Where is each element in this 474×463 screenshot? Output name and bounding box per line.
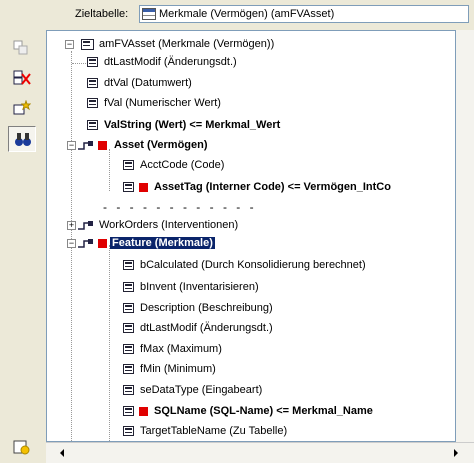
- tree-row[interactable]: seDataType (Eingabeart): [47, 383, 447, 399]
- horizontal-scrollbar[interactable]: [46, 442, 474, 463]
- field-icon: [123, 364, 134, 374]
- field-icon: [87, 78, 98, 88]
- link-icon: [78, 239, 93, 248]
- tree-row[interactable]: fMax (Maximum): [47, 342, 447, 358]
- tree-row-label: fMax (Maximum): [140, 343, 222, 355]
- link-icon: [78, 141, 93, 150]
- collapse-icon[interactable]: −: [65, 40, 74, 49]
- tree-row-label: TargetTableName (Zu Tabelle): [140, 425, 288, 437]
- tree-row-label: WorkOrders (Interventionen): [99, 219, 239, 231]
- tree-row[interactable]: AssetTag (Interner Code) <= Vermögen_Int…: [47, 180, 455, 196]
- tree-root-label: amFVAsset (Merkmale (Vermögen)): [99, 38, 275, 50]
- tree-row-label: AcctCode (Code): [140, 159, 225, 171]
- tree-row[interactable]: TargetTableName (Zu Tabelle): [47, 424, 447, 440]
- tree-root-row[interactable]: − amFVAsset (Merkmale (Vermögen)): [47, 37, 447, 53]
- field-icon: [123, 303, 134, 313]
- field-icon: [123, 182, 134, 192]
- delete-link-icon: [13, 70, 31, 85]
- tree-row-label: dtVal (Datumwert): [104, 77, 192, 89]
- field-icon: [123, 344, 134, 354]
- tree-row[interactable]: Description (Beschreibung): [47, 301, 447, 317]
- scroll-right-icon[interactable]: [454, 449, 458, 457]
- tree-row[interactable]: bInvent (Inventarisieren): [47, 280, 447, 296]
- settings-button[interactable]: [8, 435, 36, 461]
- tree-row-link[interactable]: − Asset (Vermögen): [47, 138, 447, 154]
- tree-row-label: Asset (Vermögen): [114, 139, 208, 151]
- tree-row-link[interactable]: + WorkOrders (Interventionen): [47, 218, 447, 234]
- delete-link-button[interactable]: [8, 66, 36, 92]
- collapse-icon[interactable]: −: [67, 239, 76, 248]
- collapse-icon[interactable]: −: [67, 141, 76, 150]
- tree-row[interactable]: fMin (Minimum): [47, 362, 447, 378]
- tree-row[interactable]: dtLastModif (Änderungsdt.): [47, 321, 447, 337]
- field-icon: [123, 426, 134, 436]
- red-mapped-marker: [98, 141, 107, 150]
- new-star-button[interactable]: [8, 96, 36, 122]
- tree-row-link[interactable]: − Feature (Merkmale): [47, 236, 447, 252]
- red-mapped-marker: [139, 407, 148, 416]
- toolbar: [0, 30, 46, 463]
- tree-row[interactable]: bCalculated (Durch Konsolidierung berech…: [47, 258, 447, 274]
- tree-row-label-selected: Feature (Merkmale): [110, 237, 215, 249]
- tree-row[interactable]: dtLastModif (Änderungsdt.): [47, 55, 447, 71]
- target-table-value: Merkmale (Vermögen) (amFVAsset): [159, 8, 335, 20]
- tree-row-label: bCalculated (Durch Konsolidierung berech…: [140, 259, 366, 271]
- tree-row[interactable]: fVal (Numerischer Wert): [47, 96, 447, 112]
- copy-tool-icon: [13, 40, 28, 55]
- field-icon: [123, 160, 134, 170]
- scroll-left-icon[interactable]: [60, 449, 64, 457]
- tree-row-label: ValString (Wert) <= Merkmal_Wert: [104, 119, 281, 131]
- field-icon: [87, 98, 98, 108]
- separator: - - - - - - - - - - - -: [103, 200, 257, 214]
- field-icon: [123, 406, 134, 416]
- field-icon: [123, 385, 134, 395]
- field-icon: [123, 282, 134, 292]
- link-icon: [78, 221, 93, 230]
- new-star-icon: [13, 100, 31, 115]
- tree-row-label: seDataType (Eingabeart): [140, 384, 263, 396]
- tree-row[interactable]: ValString (Wert) <= Merkmal_Wert: [47, 118, 447, 134]
- tree-row-label: dtLastModif (Änderungsdt.): [140, 322, 273, 334]
- copy-tool-button[interactable]: [8, 36, 36, 62]
- field-icon: [123, 260, 134, 270]
- target-table-label: Zieltabelle:: [75, 8, 129, 20]
- binoculars-icon: [15, 133, 31, 146]
- tree-row-label: AssetTag (Interner Code) <= Vermögen_Int…: [154, 181, 391, 193]
- red-mapped-marker: [98, 239, 107, 248]
- find-button[interactable]: [8, 126, 36, 152]
- mapping-tree[interactable]: − amFVAsset (Merkmale (Vermögen)) dtLast…: [46, 30, 456, 442]
- tree-row-label: fVal (Numerischer Wert): [104, 97, 221, 109]
- table-icon: [142, 8, 156, 20]
- red-mapped-marker: [139, 183, 148, 192]
- tree-row-label: dtLastModif (Änderungsdt.): [104, 56, 237, 68]
- tree-row-label: SQLName (SQL-Name) <= Merkmal_Name: [154, 405, 373, 417]
- tree-row[interactable]: AcctCode (Code): [47, 158, 447, 174]
- field-icon: [87, 120, 98, 130]
- settings-icon: [13, 440, 30, 455]
- tree-row[interactable]: dtVal (Datumwert): [47, 76, 447, 92]
- target-table-combo[interactable]: Merkmale (Vermögen) (amFVAsset): [139, 5, 469, 23]
- tree-row-label: fMin (Minimum): [140, 363, 216, 375]
- field-icon: [87, 57, 98, 67]
- field-icon: [123, 323, 134, 333]
- table-icon: [81, 39, 94, 50]
- vertical-scrollbar[interactable]: [456, 30, 474, 442]
- expand-icon[interactable]: +: [67, 221, 76, 230]
- tree-row-label: Description (Beschreibung): [140, 302, 273, 314]
- tree-row[interactable]: SQLName (SQL-Name) <= Merkmal_Name: [47, 404, 455, 420]
- tree-row-label: bInvent (Inventarisieren): [140, 281, 259, 293]
- header: Zieltabelle: Merkmale (Vermögen) (amFVAs…: [0, 0, 474, 30]
